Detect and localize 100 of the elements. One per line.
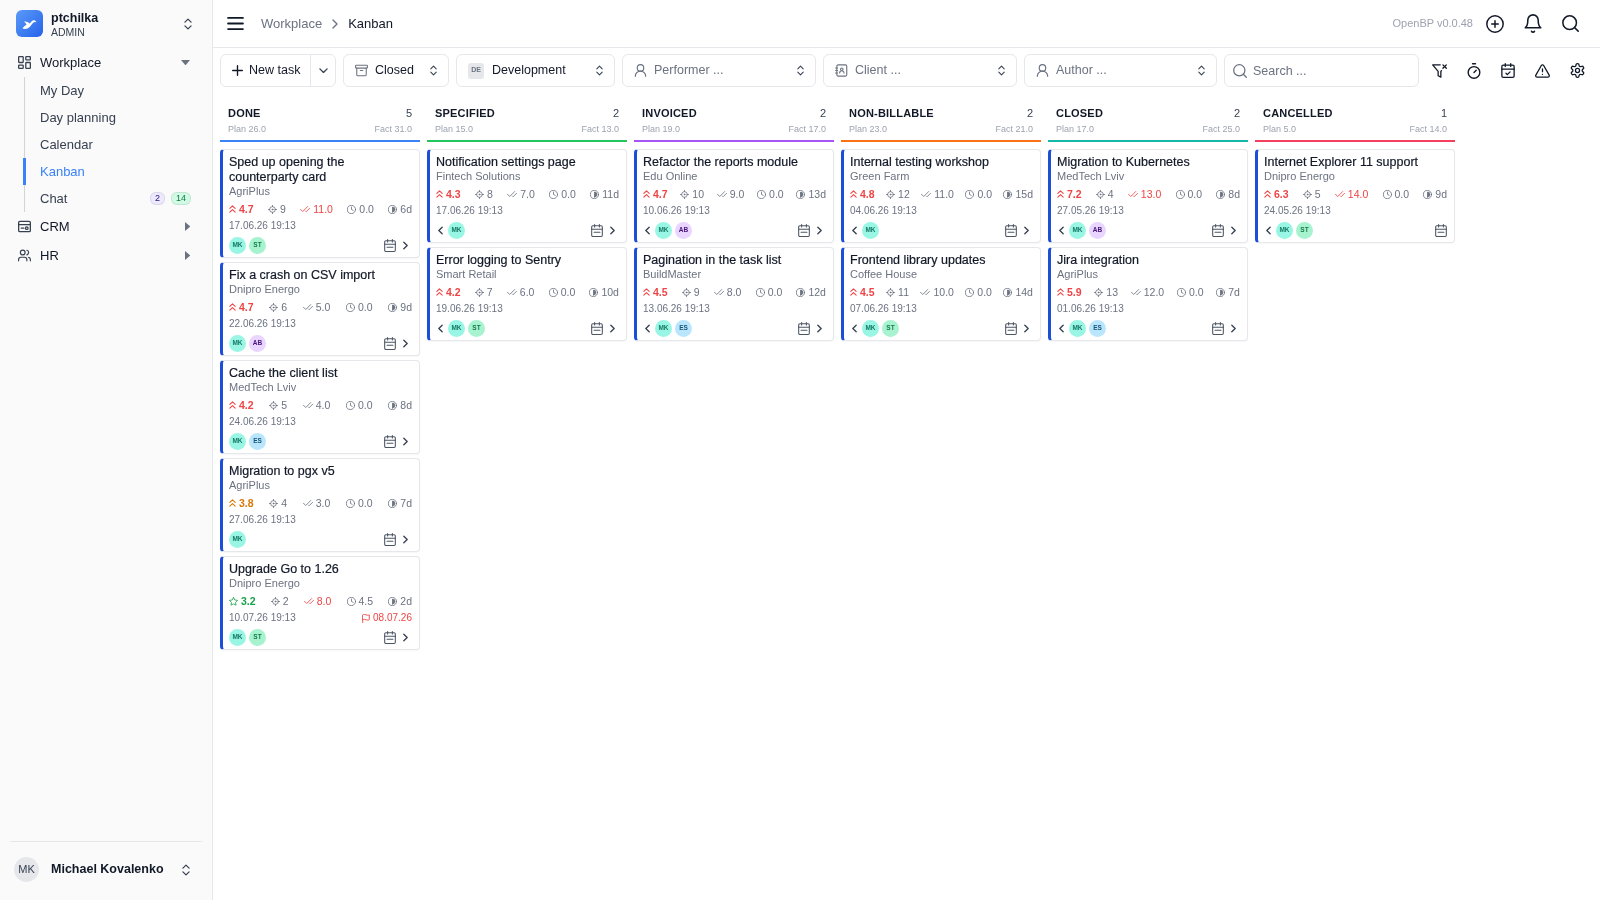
bell-icon[interactable] — [1524, 14, 1542, 33]
calendar-icon[interactable] — [798, 321, 810, 335]
plan-total: Plan 26.0 — [228, 123, 267, 135]
search-field[interactable]: Search ... — [1224, 54, 1419, 87]
chevron-right-icon[interactable] — [1231, 323, 1236, 333]
sidebar-item[interactable]: Kanban — [23, 158, 212, 185]
fact-total: Fact 31.0 — [374, 123, 412, 135]
chevron-left-icon[interactable] — [438, 323, 443, 333]
sidebar-item[interactable]: My Day — [23, 77, 212, 104]
settings-icon[interactable] — [1570, 63, 1585, 78]
crosshair-icon — [1095, 189, 1105, 199]
chevron-left-icon[interactable] — [1266, 225, 1271, 235]
created-date: 19.06.26 19:13 — [436, 302, 503, 316]
chevron-right-icon[interactable] — [403, 632, 408, 642]
filter-dropdown[interactable]: Performer ... — [622, 54, 816, 87]
time-spent: 0.0 — [358, 496, 373, 511]
chevron-left-icon[interactable] — [1059, 225, 1064, 235]
half-circle-icon — [796, 189, 806, 199]
caret-icon[interactable] — [181, 59, 190, 66]
target-count: 4 — [281, 496, 288, 511]
target-count: 7 — [486, 285, 493, 300]
done-hours: 3.0 — [315, 496, 331, 511]
done-hours: 12.0 — [1143, 285, 1165, 300]
calendar-icon[interactable] — [384, 336, 396, 350]
task-title: Jira integration — [1057, 253, 1140, 268]
task-title: Fix a crash on CSV import — [229, 268, 376, 283]
calendar-icon[interactable] — [1212, 223, 1224, 237]
chevron-updown-icon[interactable] — [184, 18, 192, 30]
filter-clear-icon[interactable] — [1432, 63, 1447, 78]
sidebar-item[interactable]: HR — [0, 241, 212, 270]
chevron-right-icon[interactable] — [817, 323, 822, 333]
menu-icon[interactable] — [227, 17, 244, 30]
caret-icon[interactable] — [184, 251, 190, 260]
clock-icon — [757, 189, 767, 199]
chevron-left-icon[interactable] — [645, 225, 650, 235]
task-title: Refactor the reports module — [643, 155, 799, 170]
warning-icon[interactable] — [1535, 63, 1550, 78]
sidebar-item[interactable]: CRM — [0, 212, 212, 241]
half-circle-icon — [388, 204, 398, 214]
column-count: 2 — [612, 106, 619, 120]
chevron-right-icon[interactable] — [403, 338, 408, 348]
chevron-right-icon[interactable] — [1024, 225, 1029, 235]
calendar-icon[interactable] — [384, 434, 396, 448]
filter-dropdown[interactable]: Author ... — [1024, 54, 1217, 87]
crosshair-icon — [1094, 287, 1104, 297]
sidebar-item[interactable]: Chat 2 14 — [23, 185, 212, 212]
clock-icon — [755, 287, 765, 297]
stopwatch-icon[interactable] — [1467, 62, 1481, 79]
column-title: NON-BILLABLE — [849, 106, 934, 120]
chevron-left-icon[interactable] — [1059, 323, 1064, 333]
chevron-right-icon[interactable] — [817, 225, 822, 235]
filter-dropdown[interactable]: Client ... — [823, 54, 1017, 87]
calendar-icon[interactable] — [384, 238, 396, 252]
calendar-icon[interactable] — [798, 223, 810, 237]
calendar-icon[interactable] — [1435, 223, 1447, 237]
half-circle-icon — [1423, 189, 1433, 199]
chevron-right-icon[interactable] — [403, 240, 408, 250]
chevron-left-icon[interactable] — [852, 225, 857, 235]
task-title: Internal testing workshop — [850, 155, 990, 170]
time-spent: 0.0 — [769, 187, 784, 202]
sidebar-item[interactable]: Workplace — [0, 48, 212, 77]
chevron-right-icon[interactable] — [610, 225, 615, 235]
calendar-icon[interactable] — [1212, 321, 1224, 335]
calendar-icon[interactable] — [384, 630, 396, 644]
chevron-left-icon[interactable] — [852, 323, 857, 333]
created-date: 27.06.26 19:13 — [229, 513, 296, 527]
created-date: 01.06.26 19:13 — [1057, 302, 1124, 316]
search-icon[interactable] — [1562, 15, 1579, 32]
breadcrumb-link[interactable]: Workplace — [261, 13, 323, 34]
caret-icon[interactable] — [184, 222, 190, 231]
created-date: 27.05.26 19:13 — [1057, 204, 1124, 218]
time-spent: 0.0 — [1187, 187, 1203, 202]
chevron-left-icon[interactable] — [645, 323, 650, 333]
time-spent: 4.5 — [358, 594, 374, 609]
chevron-left-icon[interactable] — [438, 225, 443, 235]
calendar-icon[interactable] — [1005, 321, 1017, 335]
chevron-updown-icon — [430, 65, 437, 76]
chevron-right-icon[interactable] — [1024, 323, 1029, 333]
column-title: INVOICED — [642, 106, 697, 120]
chevron-right-icon[interactable] — [610, 323, 615, 333]
calendar-icon[interactable] — [384, 532, 396, 546]
sidebar-item[interactable]: Day planning — [23, 104, 212, 131]
calendar-icon[interactable] — [1005, 223, 1017, 237]
plan-total: Plan 23.0 — [849, 123, 888, 135]
client-name: Dnipro Energo — [229, 283, 301, 296]
sidebar-item[interactable]: Calendar — [23, 131, 212, 158]
calendar-icon[interactable] — [591, 321, 603, 335]
plus-circle-icon[interactable] — [1486, 14, 1504, 33]
calendar-check-icon[interactable] — [1501, 63, 1515, 78]
clock-icon — [346, 498, 356, 508]
half-circle-icon — [796, 287, 806, 297]
priority-score: 4.2 — [446, 285, 461, 300]
calendar-icon[interactable] — [591, 223, 603, 237]
chevron-updown-icon[interactable] — [182, 863, 190, 876]
task-title: Cache the client list — [229, 366, 339, 381]
done-hours: 8.0 — [316, 594, 332, 609]
chevron-right-icon[interactable] — [403, 436, 408, 446]
filter-dropdown[interactable]: Closed — [343, 54, 449, 87]
chevron-right-icon[interactable] — [403, 534, 408, 544]
chevron-right-icon[interactable] — [1231, 225, 1236, 235]
